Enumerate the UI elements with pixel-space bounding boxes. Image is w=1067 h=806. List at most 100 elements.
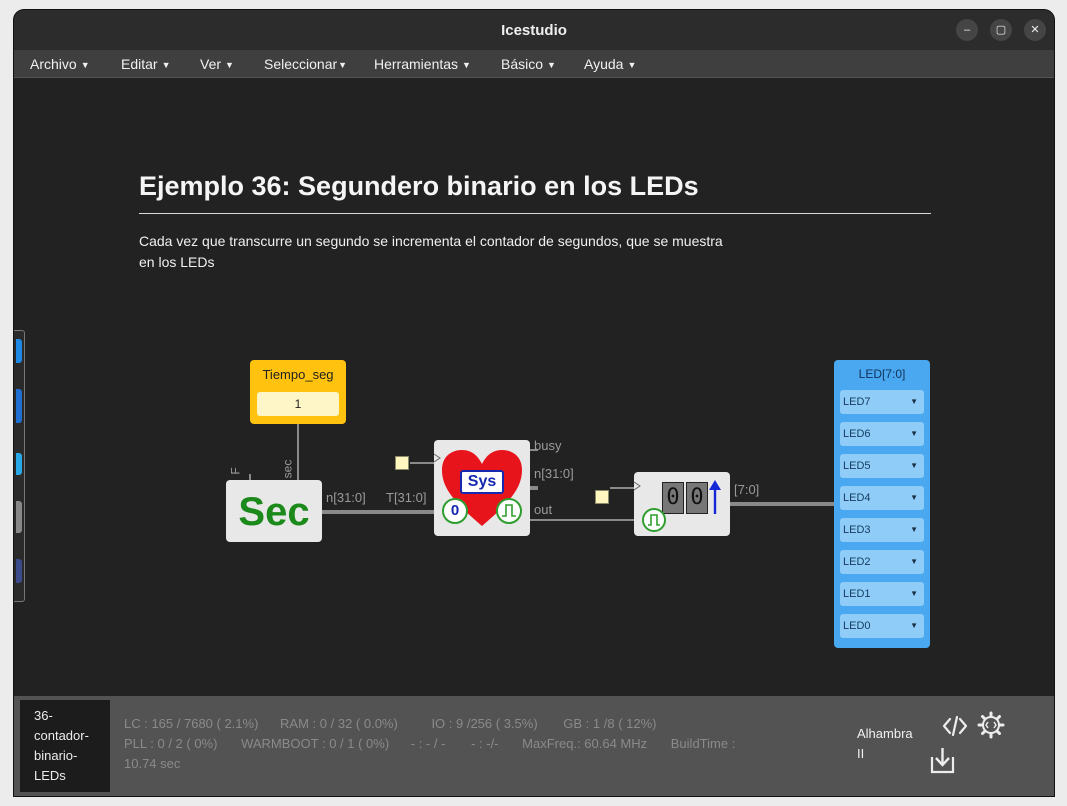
stat-pll: PLL : 0 / 2 ( 0%) (124, 736, 218, 751)
sys-output-n: n[31:0] (534, 466, 574, 481)
board-name-line: II (857, 746, 865, 761)
constant-block[interactable]: Tiempo_seg 1 (250, 360, 346, 424)
sys-label: Sys (460, 470, 504, 494)
download-icon[interactable] (930, 745, 956, 775)
menu-bar: Archivo ▼ Editar ▼ Ver ▼ Seleccionar▼ Herra… (14, 50, 1054, 78)
filename-line: 36- (34, 708, 53, 723)
menu-archivo[interactable]: Archivo ▼ (30, 56, 90, 72)
sys-input-label: T[31:0] (386, 490, 427, 505)
caret-down-icon: ▼ (910, 589, 918, 598)
stat-ram: RAM : 0 / 32 ( 0.0%) (280, 716, 398, 731)
stat-gb: GB : 1 /8 ( 12%) (563, 716, 657, 731)
led-select-label: LED0 (843, 620, 871, 632)
caret-down-icon: ▼ (910, 525, 918, 534)
menu-label: Archivo (30, 56, 77, 72)
chevron-down-icon: ▼ (627, 60, 637, 70)
led-select-label: LED3 (843, 524, 871, 536)
settings-gear-icon[interactable] (977, 711, 1005, 739)
filename-line: LEDs (34, 768, 66, 783)
code-icon[interactable] (941, 714, 969, 738)
menu-ver[interactable]: Ver ▼ (200, 56, 234, 72)
stat-buildtime-value: 10.74 sec (124, 756, 181, 771)
filename-line: binario- (34, 748, 78, 763)
led-select-label: LED5 (843, 460, 871, 472)
caret-down-icon: ▼ (910, 493, 918, 502)
sys-block[interactable]: Sys 0 (434, 440, 530, 536)
menu-label: Editar (121, 56, 158, 72)
counter-input-block[interactable] (595, 490, 609, 504)
stat-maxfreq: MaxFreq.: 60.64 MHz (522, 736, 648, 751)
stat-lc: LC : 165 / 7680 ( 2.1%) (124, 716, 259, 731)
window-title: Icestudio (501, 22, 567, 39)
menu-label: Herramientas (374, 56, 459, 72)
caret-down-icon: ▼ (910, 429, 918, 438)
menu-ayuda[interactable]: Ayuda ▼ (584, 56, 636, 72)
sys-badge: 0 (442, 498, 468, 524)
count-up-arrow-icon (709, 480, 721, 514)
maximize-button[interactable]: ▢ (990, 19, 1012, 41)
led-select[interactable]: LED5 ▼ (840, 454, 924, 478)
filename-line: contador- (34, 728, 89, 743)
led-select[interactable]: LED4 ▼ (840, 486, 924, 510)
led-select-label: LED2 (843, 556, 871, 568)
constant-name: Tiempo_seg (262, 367, 334, 382)
stat-io: IO : 9 /256 ( 3.5%) (431, 716, 538, 731)
led-select[interactable]: LED7 ▼ (840, 390, 924, 414)
chevron-down-icon: ▼ (338, 60, 348, 70)
close-button[interactable]: ✕ (1024, 19, 1046, 41)
chevron-down-icon: ▼ (462, 60, 471, 70)
chevron-down-icon: ▼ (80, 60, 90, 70)
clock-input-block[interactable] (395, 456, 409, 470)
stat-buildtime: BuildTime : (670, 736, 736, 751)
resource-stats: LC : 165 / 7680 ( 2.1%) RAM : 0 / 32 ( 0… (124, 714, 814, 774)
sec-block[interactable]: Sec (226, 480, 322, 542)
led-select[interactable]: LED0 ▼ (840, 614, 924, 638)
menu-seleccionar[interactable]: Seleccionar▼ (264, 56, 347, 72)
caret-down-icon: ▼ (910, 557, 918, 566)
board-name-line: Alhambra (857, 726, 913, 741)
sys-output-out: out (534, 502, 553, 517)
menu-editar[interactable]: Editar ▼ (121, 56, 171, 72)
led-select-label: LED1 (843, 588, 871, 600)
sys-output-busy: busy (534, 438, 562, 453)
board-name[interactable]: Alhambra II (857, 724, 927, 764)
menu-basico[interactable]: Básico ▼ (501, 56, 556, 72)
led-block-title: LED[7:0] (858, 367, 906, 381)
project-filename: 36- contador- binario- LEDs (20, 700, 110, 792)
led-select[interactable]: LED2 ▼ (840, 550, 924, 574)
pulse-icon (642, 508, 666, 532)
led-select[interactable]: LED1 ▼ (840, 582, 924, 606)
led-select[interactable]: LED6 ▼ (840, 422, 924, 446)
status-footer: 36- contador- binario- LEDs LC : 165 / 7… (14, 696, 1054, 796)
counter-digit-1: 0 (662, 482, 684, 514)
app-window: Icestudio – ▢ ✕ Archivo ▼ Editar ▼ Ver ▼ Se… (14, 10, 1054, 796)
chevron-down-icon: ▼ (225, 60, 234, 70)
stat-misc-2: - : -/- (471, 736, 499, 751)
pin-label-sec: sec (280, 459, 295, 479)
led-select-label: LED6 (843, 428, 871, 440)
caret-down-icon: ▼ (910, 621, 918, 630)
led-output-block[interactable]: LED[7:0] LED7 ▼ LED6 ▼ LED5 ▼ LED4 ▼ LED3 ▼ L… (834, 360, 930, 648)
led-select-label: LED4 (843, 492, 871, 504)
menu-label: Seleccionar (264, 56, 338, 72)
title-bar: Icestudio – ▢ ✕ (14, 10, 1054, 50)
caret-down-icon: ▼ (910, 461, 918, 470)
chevron-down-icon: ▼ (547, 60, 556, 70)
chevron-down-icon: ▼ (161, 60, 171, 70)
led-select-label: LED7 (843, 396, 871, 408)
stat-warmboot: WARMBOOT : 0 / 1 ( 0%) (241, 736, 390, 751)
counter-block[interactable]: 0 0 (634, 472, 730, 536)
pulse-icon (496, 498, 522, 524)
menu-label: Ver (200, 56, 222, 72)
pin-label-f: F (228, 467, 243, 475)
led-select[interactable]: LED3 ▼ (840, 518, 924, 542)
minimize-button[interactable]: – (956, 19, 978, 41)
menu-label: Básico (501, 56, 544, 72)
design-canvas[interactable]: Ejemplo 36: Segundero binario en los LED… (14, 78, 1054, 696)
menu-herramientas[interactable]: Herramientas ▼ (374, 56, 471, 72)
counter-output-label: [7:0] (734, 482, 760, 497)
counter-digit-2: 0 (686, 482, 708, 514)
constant-value-input[interactable]: 1 (257, 392, 339, 416)
caret-down-icon: ▼ (910, 397, 918, 406)
stat-misc-1: - : - / - (410, 736, 446, 751)
